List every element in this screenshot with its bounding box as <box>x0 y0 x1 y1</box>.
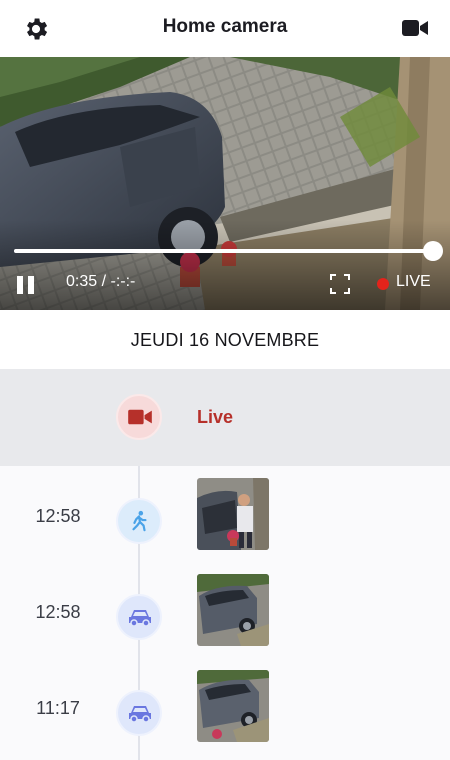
event-thumbnail[interactable] <box>197 670 269 742</box>
seek-handle[interactable] <box>423 241 443 261</box>
controls-scrim <box>0 220 450 310</box>
event-thumbnail[interactable] <box>197 478 269 550</box>
timeline-event[interactable]: 12:58 <box>0 572 450 662</box>
walking-person-icon <box>132 510 147 532</box>
event-type-circle <box>116 498 162 544</box>
seek-bar-progress <box>14 249 438 253</box>
event-thumbnail[interactable] <box>197 574 269 646</box>
live-label[interactable]: LIVE <box>396 273 431 291</box>
fullscreen-icon[interactable] <box>330 274 350 294</box>
duration: -:-:- <box>110 273 136 290</box>
car-icon <box>129 610 151 627</box>
timeline-live-row[interactable]: Live <box>0 369 450 466</box>
pause-icon[interactable] <box>17 276 35 294</box>
car-icon <box>129 706 151 723</box>
video-camera-icon <box>128 409 152 425</box>
event-type-circle <box>116 690 162 736</box>
live-indicator-dot <box>377 278 389 290</box>
live-circle <box>116 394 162 440</box>
event-type-circle <box>116 594 162 640</box>
video-camera-icon[interactable] <box>402 17 428 39</box>
date-heading: JEUDI 16 NOVEMBRE <box>130 330 320 350</box>
page-title: Home camera <box>162 16 288 37</box>
top-bar: Home camera <box>0 0 450 57</box>
timeline-event[interactable]: 12:58 <box>0 476 450 566</box>
timeline-event[interactable]: 11:17 <box>0 668 450 758</box>
event-timeline: Live 12:58 12:58 11:17 <box>0 369 450 760</box>
event-time: 12:58 <box>35 602 81 622</box>
current-time: 0:35 <box>66 273 98 290</box>
event-time: 12:58 <box>35 506 81 526</box>
live-row-label: Live <box>197 407 234 427</box>
playback-time: 0:35 / -:-:- <box>66 273 135 291</box>
time-separator: / <box>101 273 107 290</box>
video-player[interactable]: 0:35 / -:-:- LIVE <box>0 57 450 310</box>
seek-bar[interactable] <box>14 241 443 261</box>
event-time: 11:17 <box>36 698 80 718</box>
